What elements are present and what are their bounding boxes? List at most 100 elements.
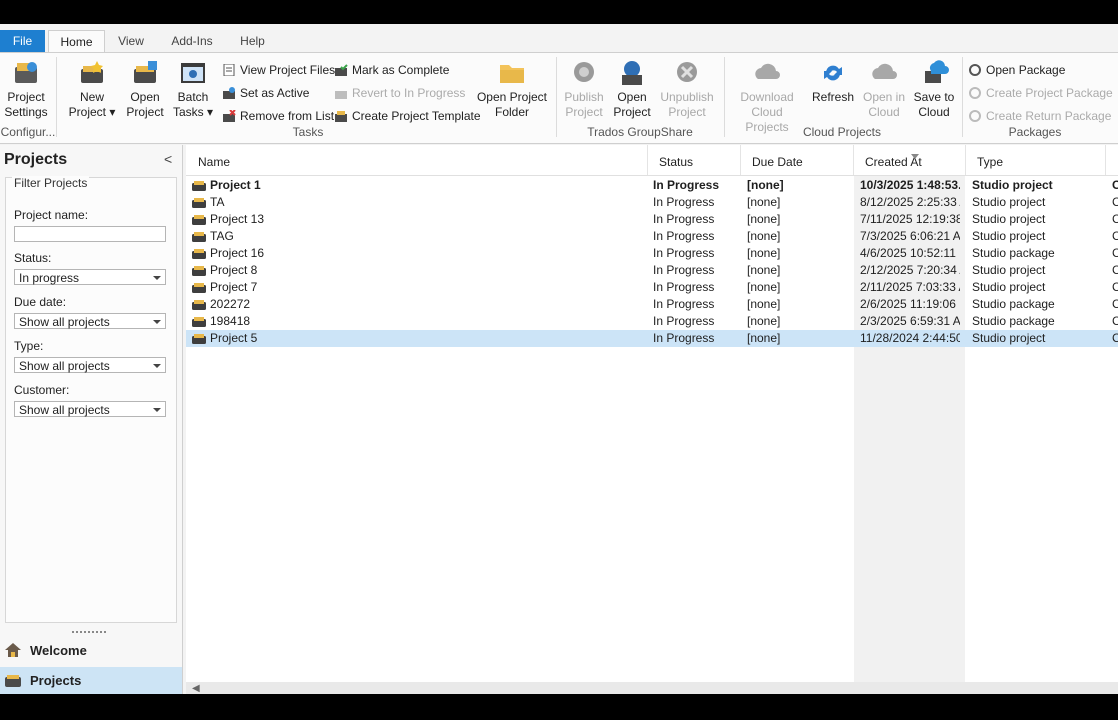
table-row[interactable]: TA In Progress [none] 8/12/2025 2:25:33 A..… [186,194,1118,211]
table-row[interactable]: 202272 In Progress [none] 2/6/2025 11:19:06… [186,296,1118,313]
row-due-date: [none] [747,331,781,345]
due-date-select[interactable]: Show all projects [14,313,166,329]
open-in-cloud-button[interactable]: Open in Cloud [860,59,908,120]
status-label: Status: [14,251,52,265]
open-in-cloud-label-1: Open in [862,90,906,104]
save-to-cloud-label-1: Save to [913,90,955,104]
tab-view[interactable]: View [108,30,154,52]
tab-file[interactable]: File [0,30,45,52]
collapse-panel-button[interactable]: < [164,151,172,167]
table-row[interactable]: Project 5 In Progress [none] 11/28/2024 2:4… [186,330,1118,347]
project-settings-button[interactable]: Project Settings [4,59,48,120]
open-package-button[interactable]: Open Package [968,61,1065,79]
customer-select[interactable]: Show all projects [14,401,166,417]
open-project-groupshare-button[interactable]: Open Project [610,59,654,120]
create-project-template-label: Create Project Template [352,109,481,123]
tab-home[interactable]: Home [48,30,105,53]
revert-to-in-progress-button[interactable]: Revert to In Progress [334,84,465,102]
open-project-icon [134,61,157,83]
download-cloud-projects-button[interactable]: Download Cloud Projects [728,59,806,135]
due-date-label: Due date: [14,295,67,309]
status-select-value: In progress [19,271,80,285]
new-project-button[interactable]: New Project ▾ [66,59,118,120]
save-to-cloud-button[interactable]: Save to Cloud [910,59,958,120]
nav-welcome-label: Welcome [30,643,87,658]
tab-add-ins[interactable]: Add-Ins [160,30,224,52]
create-project-template-button[interactable]: Create Project Template [334,107,481,125]
trados-studio-window: File Home View Add-Ins Help Project Sett… [0,24,1118,694]
customer-label: Customer: [14,383,70,397]
project-folder-icon [192,249,206,259]
table-row[interactable]: Project 16 In Progress [none] 4/6/2025 10:5… [186,245,1118,262]
view-project-files-button[interactable]: View Project Files [222,61,335,79]
row-name: Project 7 [210,280,258,294]
create-project-package-button[interactable]: Create Project Package [968,84,1113,102]
row-created-at: 7/11/2025 12:19:38... [860,212,960,226]
project-settings-icon [15,62,37,83]
create-return-package-button[interactable]: Create Return Package [968,107,1111,125]
row-created-at: 4/6/2025 10:52:11 P... [860,246,960,260]
open-project-button[interactable]: Open Project [122,59,168,120]
status-select[interactable]: In progress [14,269,166,285]
table-row[interactable]: 198418 In Progress [none] 2/3/2025 6:59:31 … [186,313,1118,330]
row-name: 198418 [210,314,251,328]
table-row[interactable]: Project 13 In Progress [none] 7/11/2025 12:… [186,211,1118,228]
set-as-active-button[interactable]: Set as Active [222,84,309,102]
new-project-icon [81,61,103,83]
nav-projects[interactable]: Projects [0,667,182,694]
projects-grid: Name Status Due Date Created At Type Pro… [186,145,1118,694]
row-due-date: [none] [747,263,781,277]
grid-header: Name Status Due Date Created At Type [186,145,1118,176]
batch-tasks-icon [181,63,205,83]
tab-help[interactable]: Help [230,30,275,52]
column-type-header[interactable]: Type [966,145,1106,175]
table-row[interactable]: TAG In Progress [none] 7/3/2025 6:06:21 AM S… [186,228,1118,245]
unpublish-project-label-1: Unpublish [660,90,714,104]
row-name: Project 5 [210,331,258,345]
column-name-header[interactable]: Name [186,145,648,175]
column-due-date-header[interactable]: Due Date [741,145,854,175]
row-name: Project 8 [210,263,258,277]
revert-to-in-progress-label: Revert to In Progress [352,86,466,100]
project-name-label: Project name: [14,208,89,222]
batch-tasks-button[interactable]: Batch Tasks ▾ [170,59,216,120]
publish-project-button[interactable]: Publish Project [560,59,608,120]
open-project-folder-label-2: Folder [494,105,529,119]
create-return-package-label: Create Return Package [986,109,1112,123]
nav-welcome[interactable]: Welcome [0,636,182,666]
column-status-header[interactable]: Status [648,145,741,175]
row-customer: C [1112,331,1118,345]
column-created-at-header[interactable]: Created At [854,145,966,175]
table-row[interactable]: Project 1 In Progress [none] 10/3/2025 1:48… [186,177,1118,194]
row-created-at: 10/3/2025 1:48:53... [860,178,960,192]
horizontal-scrollbar[interactable]: ◀ [186,682,1118,694]
row-type: Studio package [972,297,1055,311]
row-type: Studio project [972,263,1046,277]
project-folder-icon [192,317,206,327]
row-customer: C [1112,212,1118,226]
remove-from-list-button[interactable]: Remove from List [222,107,334,125]
open-project-folder-label-1: Open Project [476,90,548,104]
table-row[interactable]: Project 8 In Progress [none] 2/12/2025 7:20… [186,262,1118,279]
publish-icon [574,62,594,82]
type-select[interactable]: Show all projects [14,357,166,373]
batch-tasks-label-2: Tasks ▾ [172,105,214,119]
project-name-input[interactable] [14,226,166,242]
table-row[interactable]: Project 7 In Progress [none] 2/11/2025 7:03… [186,279,1118,296]
unpublish-project-button[interactable]: Unpublish Project [656,59,718,120]
scroll-left-icon[interactable]: ◀ [192,683,200,694]
refresh-button[interactable]: Refresh [810,59,856,105]
project-folder-icon [192,232,206,242]
open-project-folder-button[interactable]: Open Project Folder [476,59,548,120]
mark-as-complete-button[interactable]: Mark as Complete [334,61,449,79]
row-customer: C [1112,195,1118,209]
files-icon [223,64,235,76]
row-created-at: 2/3/2025 6:59:31 AM [860,314,960,328]
home-icon [5,643,21,657]
download-cloud-label-1: Download [740,90,794,104]
chevron-down-icon [153,320,161,324]
refresh-icon [824,65,842,81]
nav-projects-label: Projects [30,673,82,688]
row-type: Studio package [972,246,1055,260]
row-type: Studio project [972,178,1053,192]
